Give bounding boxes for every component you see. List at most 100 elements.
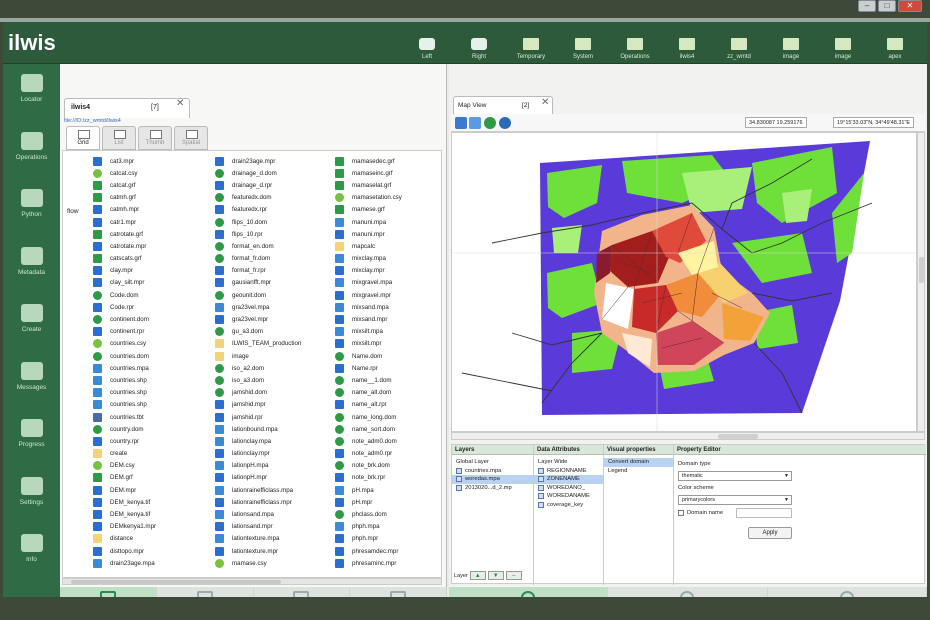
list-item[interactable]: gausianfft.mpr	[215, 277, 301, 289]
list-item[interactable]: mixsand.mpr	[335, 313, 402, 325]
map-canvas[interactable]	[451, 132, 917, 432]
top-button-1[interactable]: Right	[453, 22, 505, 64]
list-item[interactable]: jamshid.dom	[215, 387, 301, 399]
top-button-0[interactable]: Left	[401, 22, 453, 64]
map-view-tab[interactable]: Map View [2]	[453, 96, 553, 114]
pan-icon[interactable]	[469, 117, 481, 129]
close-icon[interactable]: ✕	[176, 98, 184, 109]
list-item[interactable]: country.rpr	[93, 435, 156, 447]
list-item[interactable]: Legend	[604, 467, 673, 476]
list-item[interactable]: DEM_kenya.tif	[93, 508, 156, 520]
sidebar-item-create[interactable]: Create	[3, 304, 60, 333]
list-item[interactable]: manuni.mpa	[335, 216, 402, 228]
list-item[interactable]: mixsand.mpa	[335, 301, 402, 313]
list-item[interactable]: countries.tbt	[93, 411, 156, 423]
list-item[interactable]: disttopo.mpr	[93, 545, 156, 557]
top-button-6[interactable]: zz_wmtd	[713, 22, 765, 64]
layer-down-button[interactable]: ▼	[487, 571, 504, 580]
list-item[interactable]: DEM.grf	[93, 472, 156, 484]
tab-thumb[interactable]: Thumb	[138, 126, 172, 150]
metadata-button[interactable]: Metadata	[768, 587, 927, 597]
tab-grid[interactable]: Grid	[66, 126, 100, 150]
list-item[interactable]: flips_10.dom	[215, 216, 301, 228]
list-item[interactable]: lationsand.mpa	[215, 508, 301, 520]
list-item[interactable]: drainage_d.dom	[215, 167, 301, 179]
list-item[interactable]: countries.mpa	[452, 467, 533, 476]
top-button-2[interactable]: Temporary	[505, 22, 557, 64]
catalog-scrollbar[interactable]	[62, 578, 442, 585]
maximize-button[interactable]: □	[878, 0, 896, 12]
sidebar-item-locator[interactable]: Locator	[3, 74, 60, 103]
list-item[interactable]: note_adm0.dom	[335, 435, 402, 447]
list-item[interactable]: clay_silt.mpr	[93, 277, 156, 289]
list-item[interactable]: format_en.dom	[215, 240, 301, 252]
list-item[interactable]: gra23vel.mpr	[215, 313, 301, 325]
list-item[interactable]: geounit.dom	[215, 289, 301, 301]
list-item[interactable]: note_brk.rpr	[335, 472, 402, 484]
list-item[interactable]: countries.shp	[93, 399, 156, 411]
sidebar-item-messages[interactable]: Messages	[3, 361, 60, 391]
map-horizontal-scrollbar[interactable]	[451, 432, 925, 440]
list-item[interactable]: ZONENAME	[534, 475, 603, 484]
list-item[interactable]: gra23vel.mpa	[215, 301, 301, 313]
color-scheme-select[interactable]: primarycolors ▼	[678, 495, 792, 505]
list-item[interactable]: phph.mpa	[335, 521, 402, 533]
list-item[interactable]: catcat.grf	[93, 179, 156, 191]
layer-remove-button[interactable]: –	[505, 571, 522, 580]
list-item[interactable]: Code.rpr	[93, 301, 156, 313]
top-button-4[interactable]: Operations	[609, 22, 661, 64]
list-item[interactable]: manuni.mpr	[335, 228, 402, 240]
fullextent-icon[interactable]	[455, 117, 467, 129]
list-item[interactable]: lationsand.mpr	[215, 521, 301, 533]
list-item[interactable]: featuredx.rpr	[215, 204, 301, 216]
list-item[interactable]: clay.mpr	[93, 265, 156, 277]
list-item[interactable]: Convert domain	[604, 458, 673, 467]
list-item[interactable]: catcat.csy	[93, 167, 156, 179]
list-item[interactable]: lationpH.mpa	[215, 460, 301, 472]
list-item[interactable]: countries.mpa	[93, 362, 156, 374]
list-item[interactable]: 2013020...d_2.mp	[452, 484, 533, 493]
close-window-button[interactable]: ✕	[898, 0, 922, 12]
list-item[interactable]: create	[93, 448, 156, 460]
list-item[interactable]: DEM_kenya.tif	[93, 496, 156, 508]
layers-info-button[interactable]: Layers Info	[608, 587, 768, 597]
list-item[interactable]: jamshid.mpr	[215, 399, 301, 411]
list-item[interactable]: countries.dom	[93, 350, 156, 362]
list-item[interactable]: mamaselat.grf	[335, 179, 402, 191]
list-item[interactable]: countries.shp	[93, 387, 156, 399]
list-item[interactable]: name__1.dom	[335, 374, 402, 386]
list-item[interactable]: distance	[93, 533, 156, 545]
list-item[interactable]: DEM.mpr	[93, 484, 156, 496]
domain-type-select[interactable]: thematic ▼	[678, 471, 792, 481]
list-item[interactable]: DEM.csy	[93, 460, 156, 472]
list-item[interactable]: cat3.mpr	[93, 155, 156, 167]
list-item[interactable]: iso_a2.dom	[215, 362, 301, 374]
map-vertical-scrollbar[interactable]	[917, 132, 925, 432]
list-item[interactable]: coverage_key	[534, 501, 603, 510]
list-item[interactable]: pH.mpa	[335, 484, 402, 496]
list-item[interactable]: Global Layer	[452, 458, 533, 467]
list-item[interactable]: phresamdec.mpr	[335, 545, 402, 557]
list-item[interactable]: flips_10.rpr	[215, 228, 301, 240]
list-item[interactable]: phph.mpr	[335, 533, 402, 545]
domain-name-checkbox[interactable]	[678, 510, 684, 516]
list-item[interactable]: lationrainefficlass.mpr	[215, 496, 301, 508]
list-item[interactable]: format_fr.dom	[215, 253, 301, 265]
close-icon[interactable]: ✕	[541, 97, 549, 108]
list-item[interactable]: catmh.grf	[93, 192, 156, 204]
sidebar-item-operations[interactable]: Operations	[3, 131, 60, 161]
list-item[interactable]: Layer Wide	[534, 458, 603, 467]
list-item[interactable]: catrotate.mpr	[93, 240, 156, 252]
list-item[interactable]: name_alt.rpr	[335, 399, 402, 411]
sidebar-item-info[interactable]: Info	[3, 534, 60, 563]
list-item[interactable]: WOREDANAME	[534, 492, 603, 501]
sidebar-item-metadata[interactable]: Metadata	[3, 246, 60, 276]
list-item[interactable]: woredas.mpa	[452, 475, 533, 484]
list-item[interactable]: note_adm0.rpr	[335, 448, 402, 460]
refresh-button[interactable]: Refresh	[350, 587, 447, 597]
list-item[interactable]: Name.dom	[335, 350, 402, 362]
list-item[interactable]: drain23age.mpr	[215, 155, 301, 167]
sidebar-item-settings[interactable]: Settings	[3, 476, 60, 506]
list-item[interactable]: mixgravel.mpr	[335, 289, 402, 301]
list-item[interactable]: country.dom	[93, 423, 156, 435]
